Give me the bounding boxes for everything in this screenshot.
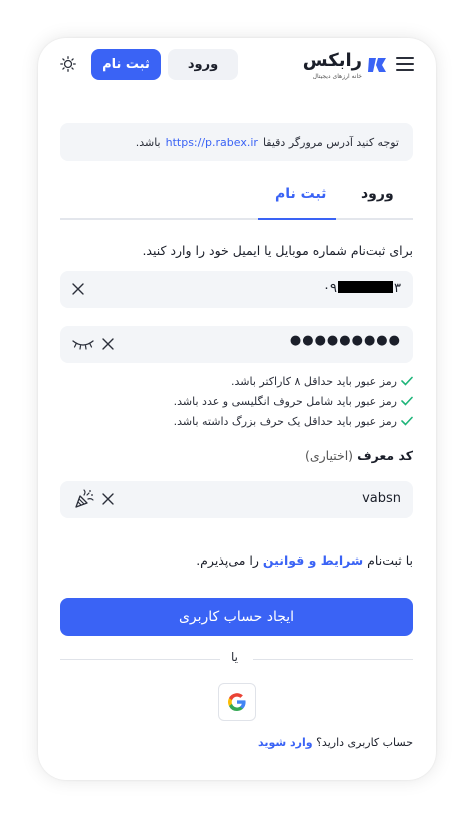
- logo-subtitle: خانه ارزهای دیجیتال: [312, 73, 362, 80]
- check-icon: [401, 396, 413, 406]
- notice-prefix: توجه کنید آدرس مرورگر دقیقا: [262, 135, 399, 149]
- active-tab-indicator: [258, 218, 336, 220]
- password-rules: رمز عبور باید حداقل ۸ کاراکتر باشد. رمز …: [174, 371, 413, 431]
- password-value: ●●●●●●●●●: [289, 333, 401, 348]
- rabex-logo-icon: [368, 58, 386, 72]
- password-input[interactable]: ●●●●●●●●●: [60, 326, 413, 363]
- rule-item: رمز عبور باید حداقل ۸ کاراکتر باشد.: [174, 371, 413, 391]
- check-icon: [401, 416, 413, 426]
- login-link[interactable]: وارد شوید: [258, 736, 313, 749]
- sun-icon[interactable]: [60, 56, 76, 72]
- rule-item: رمز عبور باید حداقل یک حرف بزرگ داشته با…: [174, 411, 413, 431]
- divider: [60, 659, 220, 660]
- notice-suffix: باشد.: [135, 135, 161, 149]
- google-icon: [228, 693, 246, 711]
- rule-text: رمز عبور باید حداقل یک حرف بزرگ داشته با…: [173, 414, 397, 428]
- phone-frame: رابکس خانه ارزهای دیجیتال ورود ثبت نام ت…: [38, 38, 436, 780]
- tab-signup[interactable]: ثبت نام: [275, 186, 326, 202]
- tab-login[interactable]: ورود: [361, 186, 394, 202]
- create-account-button[interactable]: ایجاد حساب کاربری: [60, 598, 413, 636]
- referral-label: کد معرف (اختیاری): [305, 448, 413, 463]
- hamburger-menu-icon[interactable]: [396, 57, 414, 71]
- clear-icon[interactable]: [71, 282, 85, 296]
- terms-prefix: با ثبت‌نام: [367, 553, 413, 568]
- party-popper-icon: [75, 489, 94, 508]
- referral-optional: (اختیاری): [304, 448, 354, 463]
- clear-icon[interactable]: [101, 337, 115, 351]
- login-question: حساب کاربری دارید؟: [316, 736, 413, 749]
- login-prompt: حساب کاربری دارید؟ وارد شوید: [258, 736, 413, 749]
- check-icon: [401, 376, 413, 386]
- notice-url: https://p.rabex.ir: [165, 135, 258, 149]
- rule-item: رمز عبور باید شامل حروف انگلیسی و عدد با…: [174, 391, 413, 411]
- url-notice: توجه کنید آدرس مرورگر دقیقا https://p.ra…: [60, 123, 413, 161]
- google-signin-button[interactable]: [218, 683, 256, 721]
- or-label: یا: [231, 650, 238, 664]
- referral-value: vabsn: [362, 491, 401, 506]
- phone-value: ۰۹ ۳: [323, 281, 401, 296]
- rule-text: رمز عبور باید حداقل ۸ کاراکتر باشد.: [230, 374, 397, 388]
- phone-prefix: ۰۹: [323, 281, 338, 296]
- clear-icon[interactable]: [101, 492, 115, 506]
- referral-title: کد معرف: [357, 448, 413, 463]
- rule-text: رمز عبور باید شامل حروف انگلیسی و عدد با…: [173, 394, 397, 408]
- divider: [253, 659, 413, 660]
- logo[interactable]: رابکس خانه ارزهای دیجیتال: [288, 50, 388, 82]
- terms-suffix: را می‌پذیرم.: [196, 553, 259, 568]
- signup-instruction: برای ثبت‌نام شماره موبایل یا ایمیل خود ر…: [142, 243, 413, 258]
- phone-suffix: ۳: [394, 281, 401, 296]
- header-signup-button[interactable]: ثبت نام: [91, 49, 161, 80]
- auth-tabs: ورود ثبت نام: [60, 178, 413, 220]
- referral-input[interactable]: vabsn: [60, 481, 413, 518]
- terms-text: با ثبت‌نام شرایط و قوانین را می‌پذیرم.: [196, 553, 413, 568]
- logo-text: رابکس: [302, 50, 362, 71]
- phone-input[interactable]: ۰۹ ۳: [60, 271, 413, 308]
- redacted-block: [338, 281, 394, 293]
- header-login-button[interactable]: ورود: [168, 49, 238, 80]
- eye-closed-icon[interactable]: [72, 338, 94, 350]
- terms-link[interactable]: شرایط و قوانین: [263, 553, 363, 568]
